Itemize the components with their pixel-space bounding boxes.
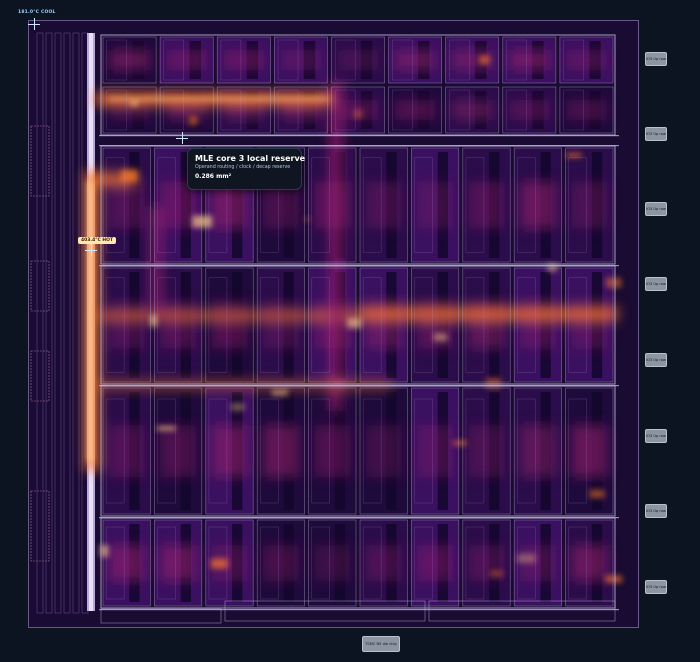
io-port-5[interactable]: IO3 Up rawl	[645, 353, 667, 367]
io-port-6[interactable]: IO3 Up rawl	[645, 429, 667, 443]
io-port-3[interactable]: IO3 Up rawl	[645, 202, 667, 216]
io-port-4[interactable]: IO3 Up rawl	[645, 277, 667, 291]
cursor-crosshair-icon	[176, 132, 188, 144]
io-port-1[interactable]: IO3 Up rawl	[645, 52, 667, 66]
block-tooltip: MLE core 3 local reserve Operand routing…	[187, 148, 306, 190]
io-port-2[interactable]: IO3 Up rawl	[645, 127, 667, 141]
io-port-8[interactable]: IO3 Up rawl	[645, 580, 667, 594]
io-port-7[interactable]: IO3 Up rawl	[645, 504, 667, 518]
heatmap-canvas	[29, 21, 638, 627]
die-size-chip[interactable]: TSMC N5 die chip	[362, 636, 400, 652]
die-heatmap[interactable]	[28, 20, 639, 628]
hot-marker-label: 403.4°C HOT	[78, 237, 117, 244]
cool-crosshair-icon	[28, 18, 40, 30]
thermal-floorplan-viewer: 181.0°C COOL 403.4°C HOT MLE core 3 loca…	[0, 0, 700, 662]
tooltip-title: MLE core 3 local reserve	[195, 154, 306, 163]
hot-crosshair-icon	[85, 244, 97, 256]
tooltip-area: 0.286 mm²	[195, 173, 232, 180]
tooltip-subtitle: Operand routing / clock / decap reserve	[195, 165, 291, 170]
cool-marker-label: 181.0°C COOL	[18, 10, 56, 15]
